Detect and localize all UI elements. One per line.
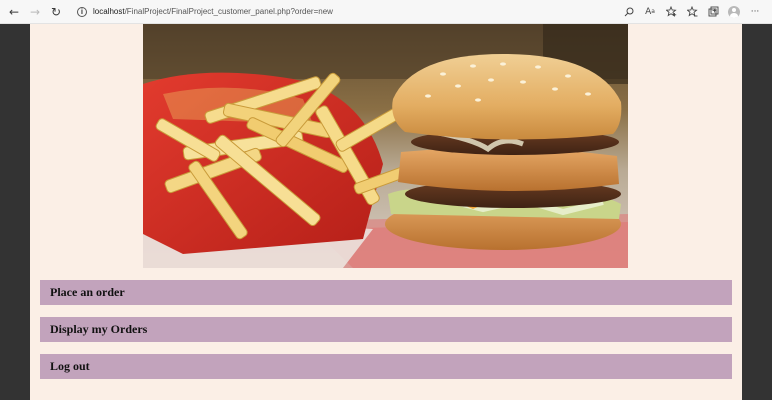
toolbar-icons: A ​a ··· bbox=[617, 4, 764, 20]
display-orders-button[interactable]: Display my Orders bbox=[40, 317, 732, 342]
url-path: /FinalProject/FinalProject_customer_pane… bbox=[124, 7, 333, 16]
search-icon[interactable] bbox=[620, 4, 638, 20]
menu-item-label: Display my Orders bbox=[50, 322, 148, 336]
info-icon[interactable]: i bbox=[77, 6, 87, 17]
url-host: localhost bbox=[93, 7, 125, 16]
browser-toolbar: ← → ↻ i localhost/FinalProject/FinalProj… bbox=[0, 0, 772, 24]
url-text[interactable]: localhost/FinalProject/FinalProject_cust… bbox=[93, 7, 333, 16]
more-icon[interactable]: ··· bbox=[746, 4, 764, 20]
refresh-icon[interactable]: ↻ bbox=[49, 5, 63, 19]
forward-icon[interactable]: → bbox=[28, 5, 42, 19]
menu-item-label: Log out bbox=[50, 359, 90, 373]
profile-icon[interactable] bbox=[725, 4, 743, 20]
place-order-button[interactable]: Place an order bbox=[40, 280, 732, 305]
logout-button[interactable]: Log out bbox=[40, 354, 732, 379]
page-content: Place an order Display my Orders Log out bbox=[30, 24, 742, 400]
favorites-icon[interactable] bbox=[683, 4, 701, 20]
read-aloud-icon[interactable]: A ​a bbox=[641, 4, 659, 20]
burger-and-fries-image bbox=[143, 24, 628, 268]
collections-icon[interactable] bbox=[704, 4, 722, 20]
address-bar[interactable]: i localhost/FinalProject/FinalProject_cu… bbox=[77, 2, 617, 22]
favorite-add-icon[interactable] bbox=[662, 4, 680, 20]
page-viewport: Place an order Display my Orders Log out bbox=[0, 24, 772, 400]
back-icon[interactable]: ← bbox=[7, 5, 21, 19]
avatar bbox=[728, 5, 740, 18]
menu-item-label: Place an order bbox=[50, 285, 125, 299]
